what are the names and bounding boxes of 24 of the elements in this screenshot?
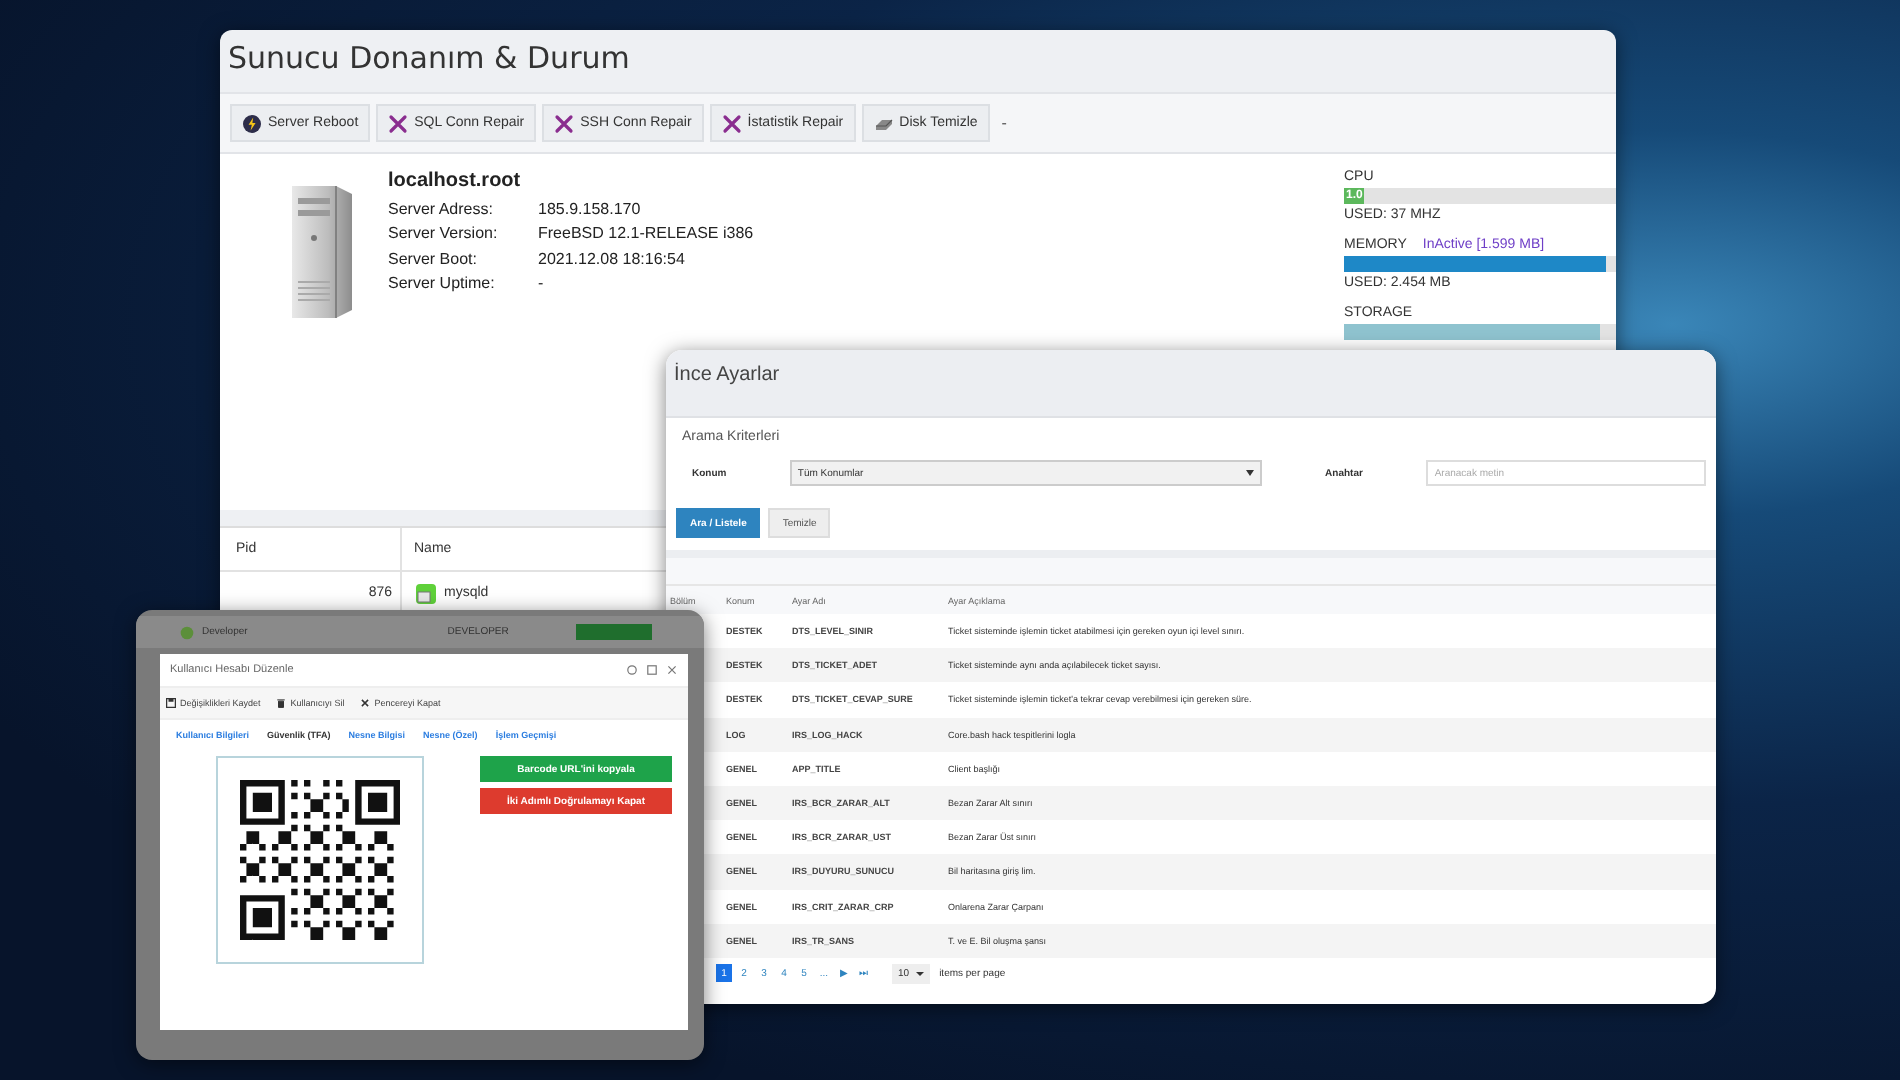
window-title: İnce Ayarlar xyxy=(666,350,1716,418)
info-value: FreeBSD 12.1-RELEASE i386 xyxy=(538,224,754,243)
info-value: 2021.12.08 18:16:54 xyxy=(538,249,685,268)
process-icon xyxy=(414,581,438,605)
info-value: 185.9.158.170 xyxy=(538,199,641,218)
close-icon[interactable] xyxy=(666,664,678,676)
user-icon xyxy=(180,625,194,639)
save-icon xyxy=(166,698,176,708)
info-label: Server Uptime: xyxy=(388,274,497,293)
trash-icon xyxy=(276,698,287,708)
window-title: Sunucu Donanım & Durum xyxy=(226,38,632,80)
status-badge xyxy=(576,624,653,640)
refresh-icon[interactable] xyxy=(626,664,638,676)
info-label: Server Version: xyxy=(388,224,500,243)
toolbar-more[interactable]: - xyxy=(995,114,1013,132)
caret-icon xyxy=(1245,470,1254,476)
info-label: Server Boot: xyxy=(388,249,479,268)
host-name: localhost.root xyxy=(388,170,523,192)
caret-icon xyxy=(915,971,924,976)
power-icon xyxy=(242,113,262,133)
close-icon xyxy=(360,698,371,708)
maximize-icon[interactable] xyxy=(646,664,658,676)
info-value: - xyxy=(538,274,544,293)
info-label: Server Adress: xyxy=(388,199,495,218)
